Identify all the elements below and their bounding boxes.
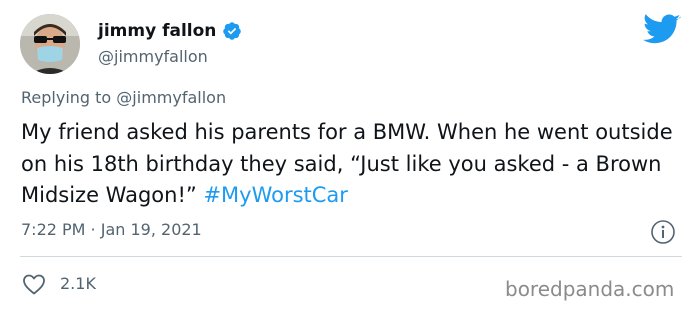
- timestamp[interactable]: 7:22 PM · Jan 19, 2021: [21, 220, 202, 239]
- display-name-text[interactable]: jimmy fallon: [98, 21, 216, 41]
- divider: [20, 256, 682, 257]
- replying-to: Replying to @jimmyfallon: [21, 88, 226, 107]
- replying-handle-link[interactable]: @jimmyfallon: [116, 88, 226, 107]
- heart-icon[interactable]: [22, 273, 46, 295]
- hashtag-link[interactable]: #MyWorstCar: [203, 183, 348, 207]
- tweet-text: My friend asked his parents for a BMW. W…: [21, 117, 681, 212]
- like-count: 2.1K: [60, 274, 96, 293]
- avatar-image: [20, 14, 80, 74]
- display-name[interactable]: jimmy fallon: [98, 21, 242, 41]
- verified-badge-icon: [223, 22, 242, 40]
- replying-prefix: Replying to: [21, 88, 112, 107]
- handle[interactable]: @jimmyfallon: [98, 47, 208, 66]
- avatar[interactable]: [20, 14, 80, 74]
- watermark: boredpanda.com: [505, 277, 675, 301]
- info-icon[interactable]: [650, 219, 676, 245]
- twitter-bird-icon[interactable]: [643, 14, 681, 46]
